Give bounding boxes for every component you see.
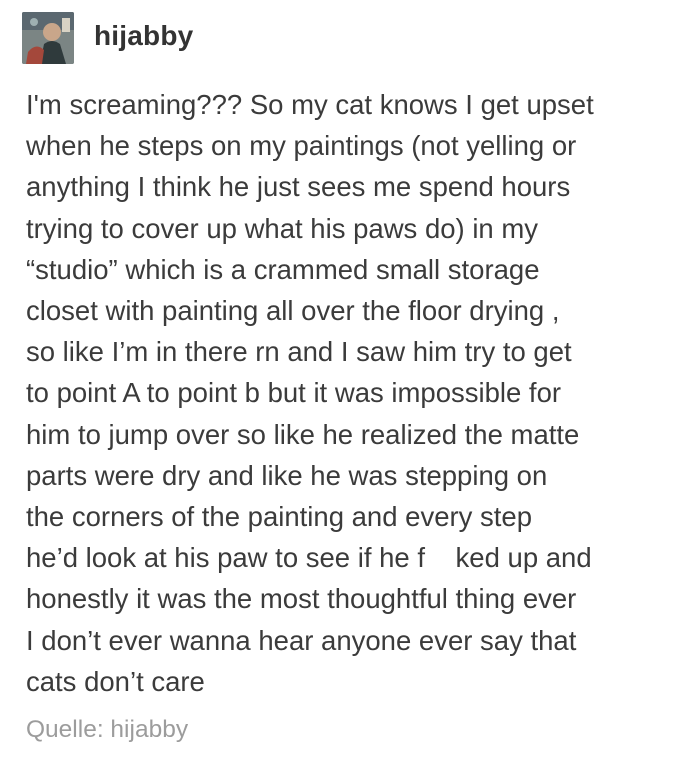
- post-text-line: trying to cover up what his paws do) in …: [26, 212, 539, 244]
- post-header: hijabby: [22, 12, 193, 64]
- username[interactable]: hijabby: [94, 20, 193, 52]
- tumblr-post: hijabby I'm screaming??? So my cat knows…: [0, 0, 700, 765]
- post-text-line: him to jump over so like he realized the…: [26, 418, 580, 450]
- source-caption: Quelle: hijabby: [26, 716, 189, 743]
- post-text-line: when he steps on my paintings (not yelli…: [26, 130, 577, 162]
- post-text: I'm screaming??? So my cat knows I get u…: [26, 84, 690, 702]
- post-text-line: parts were dry and like he was stepping …: [26, 459, 548, 491]
- post-text-line: cats don’t care: [26, 665, 205, 697]
- post-text-line: honestly it was the most thoughtful thin…: [26, 583, 577, 615]
- post-text-line: he’d look at his paw to see if he f ked …: [26, 542, 592, 574]
- post-text-line: “studio” which is a crammed small storag…: [26, 253, 540, 285]
- user-avatar-image-icon: [22, 12, 74, 64]
- avatar[interactable]: [22, 12, 74, 64]
- post-text-line: anything I think he just sees me spend h…: [26, 171, 571, 203]
- post-text-line: so like I’m in there rn and I saw him tr…: [26, 336, 572, 368]
- post-text-line: the corners of the painting and every st…: [26, 501, 533, 533]
- post-text-line: to point A to point b but it was impossi…: [26, 377, 562, 409]
- post-text-line: I don’t ever wanna hear anyone ever say …: [26, 624, 577, 656]
- post-text-line: closet with painting all over the floor …: [26, 295, 560, 327]
- post-text-line: I'm screaming??? So my cat knows I get u…: [26, 89, 594, 120]
